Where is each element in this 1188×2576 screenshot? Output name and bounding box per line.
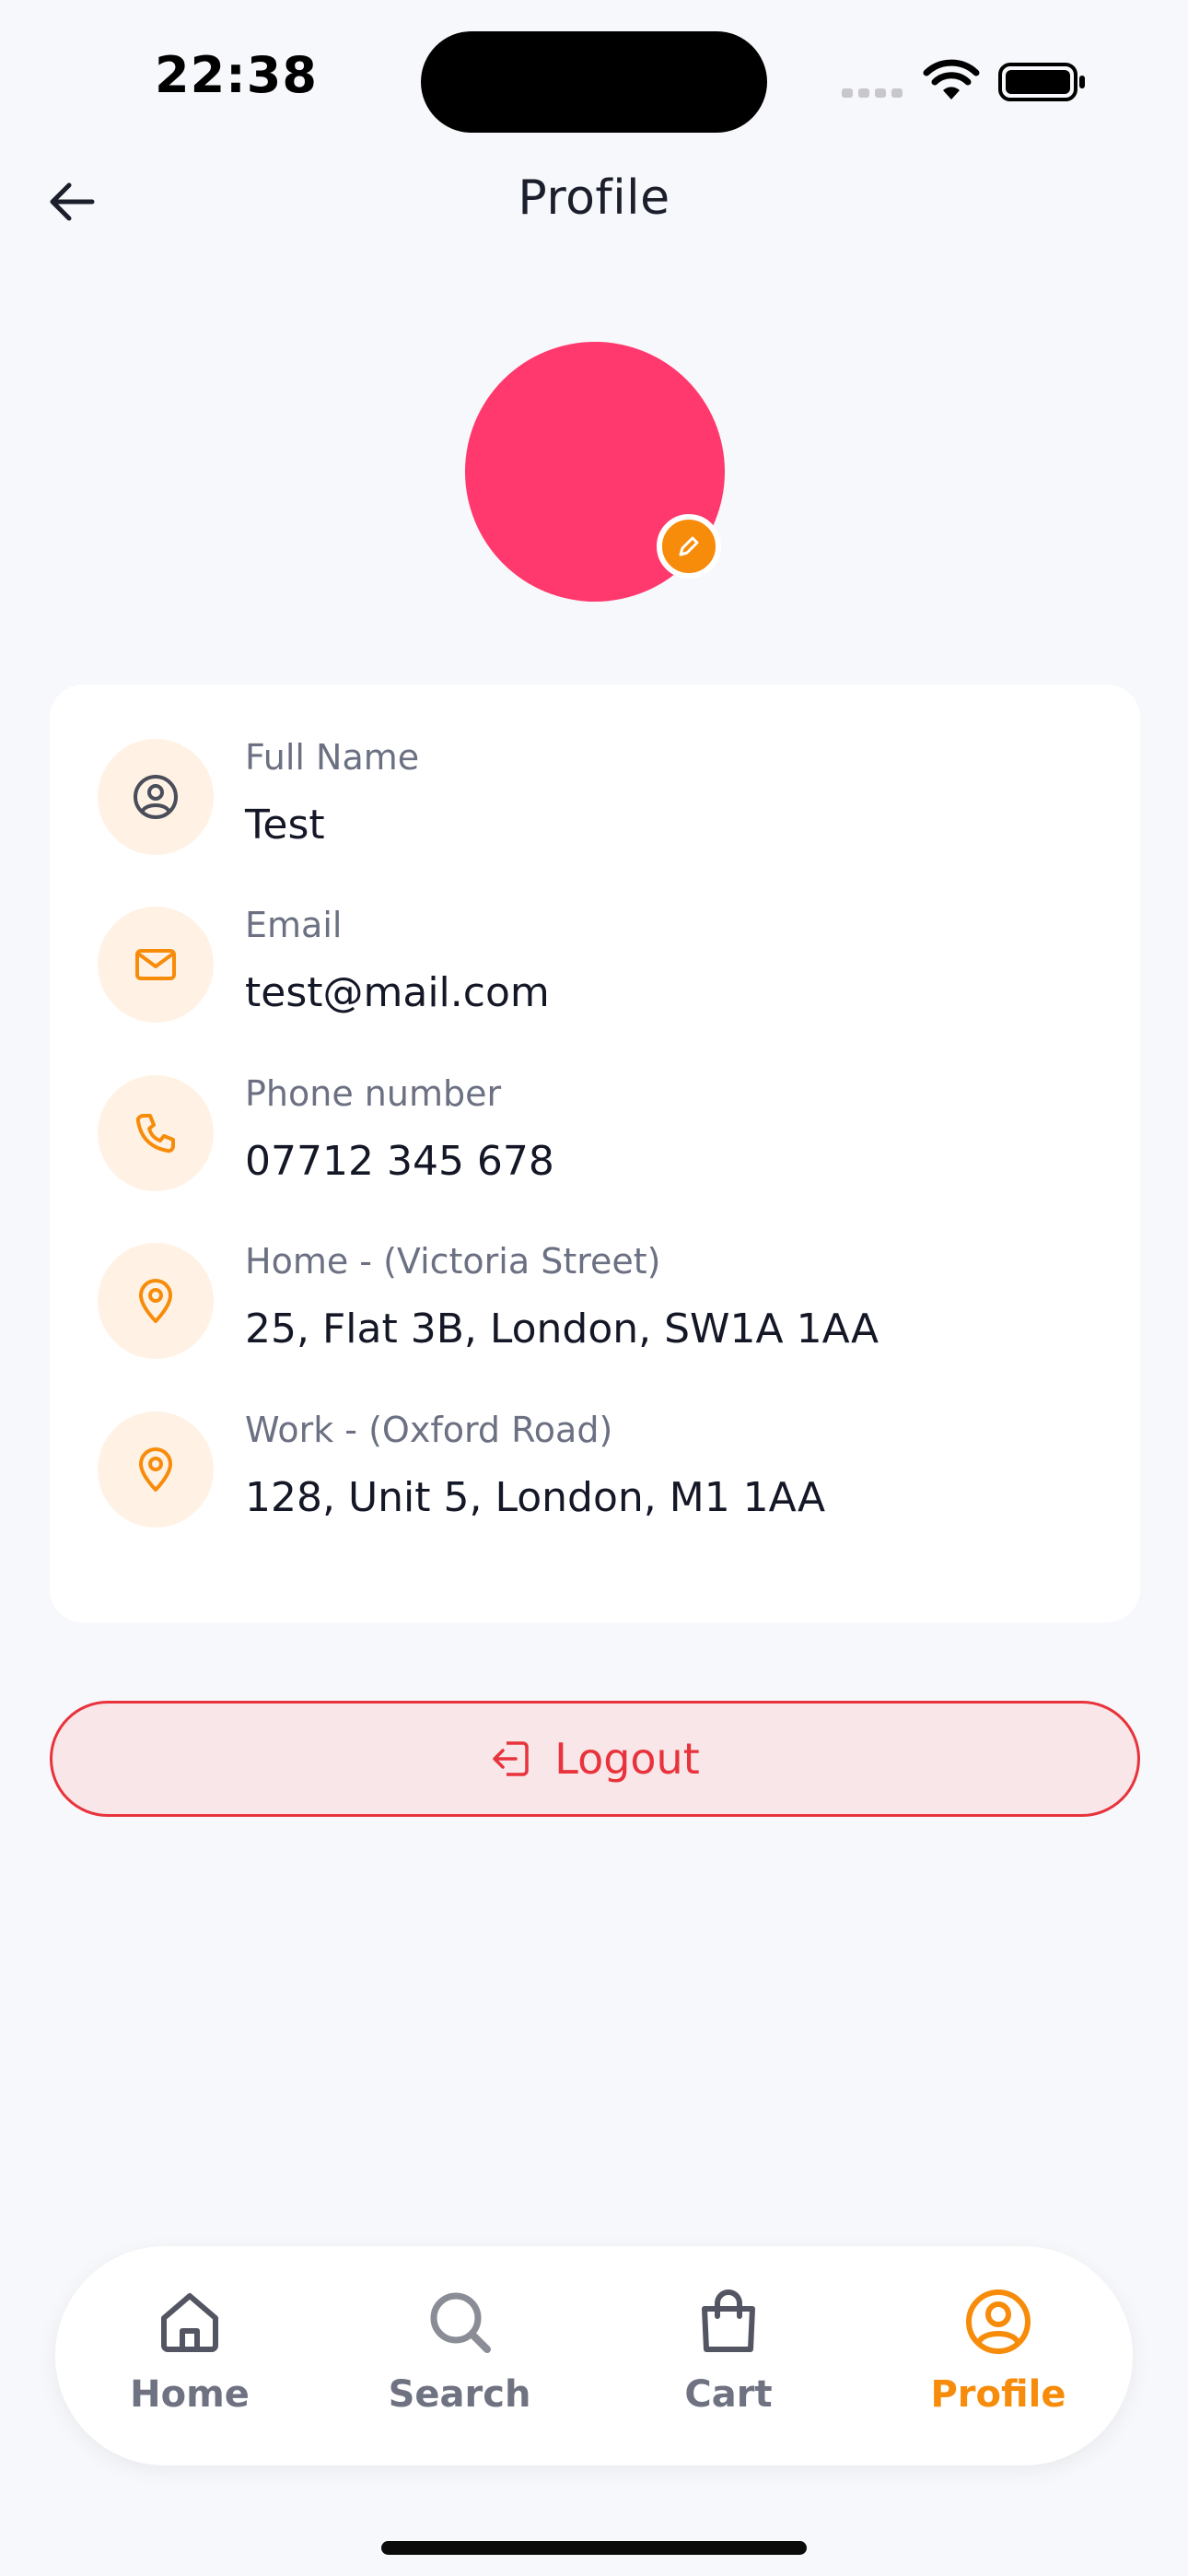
profile-field-home-address[interactable]: Home - (Victoria Street) 25, Flat 3B, Lo…	[98, 1241, 1111, 1359]
profile-field-email[interactable]: Email test@mail.com	[98, 905, 1111, 1023]
profile-field-phone[interactable]: Phone number 07712 345 678	[98, 1073, 1111, 1191]
profile-field-icon-wrap	[98, 739, 214, 855]
nav-label: Home	[130, 2373, 250, 2416]
bottom-nav: Home Search Cart Profile	[55, 2246, 1133, 2465]
nav-item-profile[interactable]: Profile	[897, 2246, 1100, 2465]
wifi-icon	[923, 59, 980, 100]
field-value: 07712 345 678	[245, 1138, 554, 1185]
user-circle-icon	[134, 775, 178, 819]
profile-field-work-address[interactable]: Work - (Oxford Road) 128, Unit 5, London…	[98, 1410, 1111, 1528]
nav-label: Search	[388, 2373, 531, 2416]
home-indicator[interactable]	[381, 2541, 807, 2555]
field-label: Home - (Victoria Street)	[245, 1241, 661, 1282]
profile-field-full-name[interactable]: Full Name Test	[98, 737, 1111, 855]
location-pin-icon	[139, 1279, 172, 1323]
cellular-signal-icon	[842, 88, 903, 98]
profile-field-icon-wrap	[98, 1075, 214, 1191]
field-label: Email	[245, 905, 343, 945]
mail-icon	[135, 949, 176, 980]
logout-label: Logout	[554, 1734, 700, 1784]
field-value: 25, Flat 3B, London, SW1A 1AA	[245, 1306, 879, 1352]
status-icons	[842, 55, 1090, 101]
pencil-icon	[679, 536, 699, 556]
home-icon	[161, 2293, 218, 2352]
logout-button[interactable]: Logout	[50, 1701, 1140, 1817]
nav-label: Cart	[684, 2373, 773, 2416]
phone-icon	[135, 1114, 175, 1153]
search-icon	[430, 2292, 491, 2353]
nav-label: Profile	[930, 2373, 1066, 2416]
field-value: 128, Unit 5, London, M1 1AA	[245, 1474, 826, 1521]
edit-avatar-button[interactable]	[657, 514, 721, 579]
nav-item-home[interactable]: Home	[88, 2246, 291, 2465]
profile-field-icon-wrap	[98, 1411, 214, 1528]
field-value: test@mail.com	[245, 969, 550, 1016]
status-time: 22:38	[155, 46, 318, 104]
field-label: Work - (Oxford Road)	[245, 1410, 613, 1450]
logout-icon	[493, 1741, 529, 1776]
location-pin-icon	[139, 1447, 172, 1492]
field-label: Phone number	[245, 1073, 502, 1114]
field-label: Full Name	[245, 737, 420, 778]
page-title: Profile	[518, 170, 670, 226]
user-circle-icon	[966, 2289, 1031, 2354]
profile-info-card: Full Name Test Email test@mail.com Phone…	[50, 685, 1140, 1622]
nav-item-search[interactable]: Search	[358, 2246, 561, 2465]
nav-item-cart[interactable]: Cart	[627, 2246, 830, 2465]
profile-screen: 22:38 Profile Full Name Test Email test@…	[0, 0, 1188, 2576]
shopping-bag-icon	[702, 2289, 755, 2352]
battery-icon	[998, 63, 1085, 101]
field-value: Test	[245, 802, 325, 849]
profile-field-icon-wrap	[98, 907, 214, 1023]
profile-field-icon-wrap	[98, 1243, 214, 1359]
dynamic-island	[421, 31, 767, 133]
